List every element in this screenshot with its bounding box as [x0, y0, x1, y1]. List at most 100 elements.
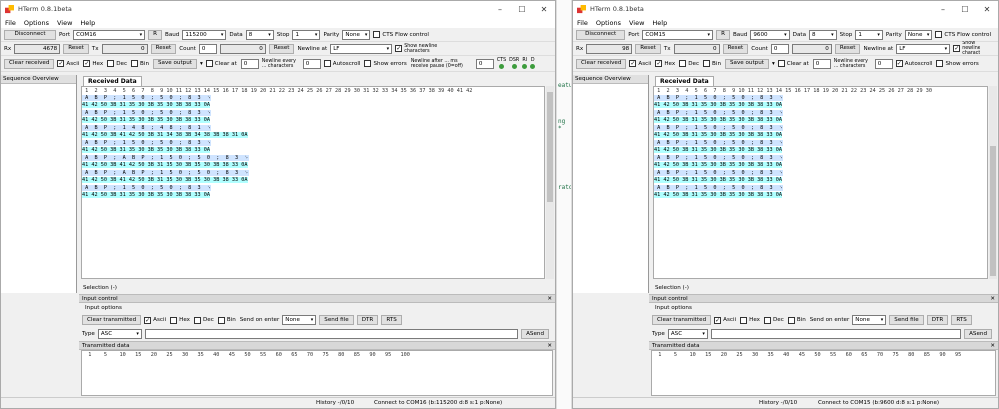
checkbox-box[interactable]: ✓: [395, 45, 403, 52]
count-reset-button[interactable]: Reset: [834, 43, 861, 54]
menu-help[interactable]: Help: [80, 19, 95, 27]
minimize-icon[interactable]: –: [489, 5, 511, 14]
clear-at-input[interactable]: 0: [812, 58, 831, 69]
checkbox-box[interactable]: [217, 316, 225, 324]
tx-ascii-checkbox[interactable]: ✓ Ascii: [714, 316, 736, 324]
checkbox-box[interactable]: ✓: [57, 60, 65, 67]
autoscroll-checkbox[interactable]: Autoscroll: [323, 60, 360, 67]
menu-options[interactable]: Options: [24, 19, 49, 27]
received-data-view[interactable]: 1 2 3 4 5 6 7 8 9 10 11 12 13 14 15 16 1…: [653, 86, 988, 279]
send-on-enter-select[interactable]: None: [282, 315, 317, 325]
tx-hex-checkbox[interactable]: Hex: [740, 316, 760, 324]
tab-received-data[interactable]: Received Data: [655, 76, 714, 86]
checkbox-box[interactable]: [679, 60, 687, 67]
tx-hex-checkbox[interactable]: Hex: [170, 316, 190, 324]
dec-checkbox[interactable]: Dec: [679, 60, 699, 67]
baud-select[interactable]: 9600: [750, 29, 790, 40]
checkbox-box[interactable]: [323, 60, 331, 67]
scrollbar-thumb[interactable]: [990, 146, 996, 276]
data-bits-select[interactable]: 8: [809, 29, 837, 40]
parity-select[interactable]: None: [342, 29, 371, 40]
checkbox-box[interactable]: [205, 60, 213, 67]
clear-transmitted-button[interactable]: Clear transmitted: [82, 315, 142, 325]
save-output-button[interactable]: Save output: [152, 58, 197, 69]
send-file-button[interactable]: Send file: [889, 315, 924, 325]
stop-bits-select[interactable]: 1: [292, 29, 321, 40]
minimize-icon[interactable]: –: [932, 5, 954, 14]
dtr-button[interactable]: DTR: [926, 315, 949, 325]
checkbox-box[interactable]: ✓: [83, 60, 91, 67]
tx-reset-button[interactable]: Reset: [722, 43, 749, 54]
transmitted-data-view[interactable]: 1 5 10 15 20 25 30 35 40 45 50 55 60 65 …: [651, 350, 996, 396]
checkbox-box[interactable]: ✓: [714, 316, 722, 324]
checkbox-box[interactable]: [777, 60, 785, 67]
tx-reset-button[interactable]: Reset: [150, 43, 177, 54]
checkbox-box[interactable]: [170, 316, 178, 324]
clear-transmitted-button[interactable]: Clear transmitted: [652, 315, 712, 325]
autoscroll-checkbox[interactable]: ✓ Autoscroll: [895, 60, 932, 67]
baud-select[interactable]: 115200: [182, 29, 227, 40]
close-panel-icon[interactable]: ✕: [990, 295, 995, 302]
menu-file[interactable]: File: [5, 19, 16, 27]
checkbox-box[interactable]: [364, 60, 372, 67]
rts-button[interactable]: RTS: [951, 315, 972, 325]
menu-options[interactable]: Options: [596, 19, 621, 27]
show-newline-checkbox[interactable]: ✓Show newline characters: [395, 44, 441, 54]
port-select[interactable]: COM16: [73, 29, 146, 40]
transmitted-data-view[interactable]: 1 5 10 15 20 25 30 35 40 45 50 55 60 65 …: [81, 350, 553, 396]
checkbox-box[interactable]: [107, 60, 115, 67]
data-bits-select[interactable]: 8: [245, 29, 274, 40]
asend-button[interactable]: ASend: [521, 329, 549, 339]
checkbox-box[interactable]: [193, 316, 201, 324]
save-output-dropdown-icon[interactable]: ▾: [772, 61, 775, 67]
bin-checkbox[interactable]: Bin: [131, 60, 149, 67]
stop-bits-select[interactable]: 1: [855, 29, 883, 40]
save-output-button[interactable]: Save output: [724, 58, 769, 69]
disconnect-button[interactable]: Disconnect: [4, 29, 56, 40]
checkbox-box[interactable]: [935, 31, 943, 38]
checkbox-box[interactable]: [740, 316, 748, 324]
menu-help[interactable]: Help: [652, 19, 667, 27]
clear-received-button[interactable]: Clear received: [576, 58, 627, 69]
scrollbar-thumb[interactable]: [547, 92, 553, 202]
dtr-button[interactable]: DTR: [356, 315, 379, 325]
clear-at-checkbox[interactable]: Clear at: [205, 60, 237, 67]
bin-checkbox[interactable]: Bin: [703, 60, 721, 67]
send-on-enter-select[interactable]: None: [852, 315, 887, 325]
refresh-ports-button[interactable]: R: [716, 29, 730, 40]
menu-file[interactable]: File: [577, 19, 588, 27]
close-panel-icon[interactable]: ✕: [547, 295, 552, 302]
newline-every-input[interactable]: 0: [874, 58, 893, 69]
checkbox-box[interactable]: [787, 316, 795, 324]
rts-button[interactable]: RTS: [381, 315, 402, 325]
tab-received-data[interactable]: Received Data: [83, 76, 142, 86]
received-data-view[interactable]: 1 2 3 4 5 6 7 8 9 10 11 12 13 14 15 16 1…: [81, 86, 545, 279]
close-panel-icon[interactable]: ✕: [990, 342, 995, 349]
disconnect-button[interactable]: Disconnect: [576, 29, 626, 40]
type-select[interactable]: ASC: [97, 329, 142, 339]
tx-ascii-checkbox[interactable]: ✓ Ascii: [144, 316, 166, 324]
checkbox-box[interactable]: ✓: [953, 45, 961, 52]
send-file-button[interactable]: Send file: [319, 315, 354, 325]
port-select[interactable]: COM15: [642, 29, 714, 40]
newline-at-select[interactable]: LF: [330, 43, 393, 54]
tx-dec-checkbox[interactable]: Dec: [193, 316, 214, 324]
checkbox-box[interactable]: ✓: [655, 60, 663, 67]
count-input[interactable]: 0: [198, 43, 217, 54]
close-panel-icon[interactable]: ✕: [547, 342, 552, 349]
ascii-checkbox[interactable]: ✓ Ascii: [629, 60, 651, 67]
checkbox-box[interactable]: [763, 316, 771, 324]
send-input[interactable]: [710, 329, 962, 339]
close-icon[interactable]: ✕: [533, 5, 555, 14]
count-input[interactable]: 0: [770, 43, 789, 54]
menu-view[interactable]: View: [629, 19, 644, 27]
newline-every-input[interactable]: 0: [302, 58, 321, 69]
clear-received-button[interactable]: Clear received: [4, 58, 55, 69]
checkbox-box[interactable]: ✓: [144, 316, 152, 324]
count-reset-button[interactable]: Reset: [268, 43, 295, 54]
dec-checkbox[interactable]: Dec: [107, 60, 127, 67]
hex-checkbox[interactable]: ✓ Hex: [655, 60, 675, 67]
clear-at-checkbox[interactable]: Clear at: [777, 60, 809, 67]
tx-bin-checkbox[interactable]: Bin: [217, 316, 236, 324]
asend-button[interactable]: ASend: [964, 329, 992, 339]
